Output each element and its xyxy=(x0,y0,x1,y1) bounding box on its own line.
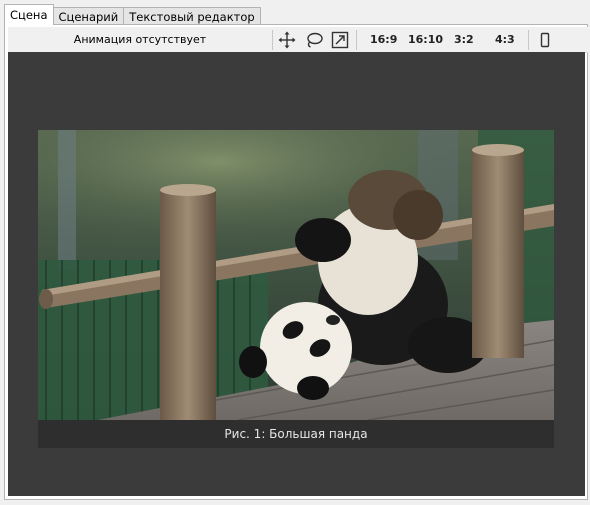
scene-toolbar: Анимация отсутствует 16:9 16:10 3:2 4:3 xyxy=(8,27,588,53)
phone-portrait-icon[interactable] xyxy=(535,30,555,50)
lasso-icon[interactable] xyxy=(304,30,324,50)
ratio-16-9-button[interactable]: 16:9 xyxy=(370,27,397,52)
toolbar-separator xyxy=(528,30,529,50)
ratio-16-10-button[interactable]: 16:10 xyxy=(408,27,443,52)
toolbar-separator xyxy=(356,30,357,50)
animation-status: Анимация отсутствует xyxy=(73,33,207,46)
ratio-3-2-button[interactable]: 3:2 xyxy=(454,27,474,52)
tab-bar: Сцена Сценарий Текстовый редактор xyxy=(4,4,261,25)
move-icon[interactable] xyxy=(277,30,297,50)
resize-icon[interactable] xyxy=(330,30,350,50)
tab-text-editor[interactable]: Текстовый редактор xyxy=(123,7,261,25)
scene-canvas[interactable]: Рис. 1: Большая панда xyxy=(8,52,585,496)
photo-caption: Рис. 1: Большая панда xyxy=(38,420,554,448)
ratio-4-3-button[interactable]: 4:3 xyxy=(495,27,515,52)
toolbar-separator xyxy=(272,30,273,50)
panda-photo xyxy=(38,130,554,420)
tab-scenario[interactable]: Сценарий xyxy=(52,7,125,25)
tab-scene[interactable]: Сцена xyxy=(4,4,54,25)
